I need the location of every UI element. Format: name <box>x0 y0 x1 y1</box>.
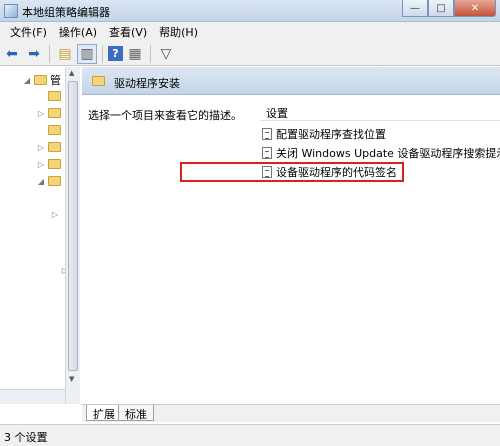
tree-vertical-scrollbar[interactable]: ▲ ▼ <box>65 67 80 404</box>
list-item-label: 配置驱动程序查找位置 <box>276 128 386 141</box>
menu-file[interactable]: 文件(F) <box>4 24 53 40</box>
tree-node[interactable]: ▷ <box>36 140 61 154</box>
close-button[interactable]: ✕ <box>454 0 496 17</box>
tree-node[interactable]: ◢ 管 <box>22 73 61 87</box>
expand-arrow-icon[interactable]: ▷ <box>36 143 46 152</box>
maximize-button[interactable]: □ <box>428 0 454 17</box>
tab-extended[interactable]: 扩展 <box>86 405 122 421</box>
app-icon <box>4 4 18 18</box>
menu-help[interactable]: 帮助(H) <box>153 24 204 40</box>
folder-icon <box>48 142 61 152</box>
details-pane: 驱动程序安装 选择一个项目来查看它的描述。 设置 配置驱动程序查找位置 关闭 W… <box>82 67 500 404</box>
tree-node[interactable]: ▷ <box>50 207 60 221</box>
highlight-box <box>180 162 404 182</box>
tree-node[interactable] <box>36 123 61 137</box>
tree-node[interactable] <box>36 89 61 103</box>
scroll-down-icon[interactable]: ▼ <box>69 375 74 383</box>
folder-icon <box>48 108 61 118</box>
forward-arrow-icon[interactable]: ➡ <box>24 44 44 64</box>
toolbar-separator <box>150 44 151 63</box>
menu-view[interactable]: 查看(V) <box>103 24 153 40</box>
scroll-thumb[interactable] <box>68 81 78 371</box>
details-header-title: 驱动程序安装 <box>114 77 180 90</box>
back-arrow-icon[interactable]: ⬅ <box>2 44 22 64</box>
expand-arrow-icon[interactable]: ▷ <box>36 109 46 118</box>
toolbar-separator <box>49 44 50 63</box>
folder-icon <box>92 76 105 86</box>
tree-node-label: 管 <box>50 74 61 87</box>
settings-list: 设置 配置驱动程序查找位置 关闭 Windows Update 设备驱动程序搜索… <box>260 97 500 404</box>
minimize-button[interactable]: — <box>402 0 428 17</box>
folder-icon <box>34 75 47 85</box>
help-icon[interactable]: ? <box>108 46 123 61</box>
toolbar: ⬅ ➡ ▤ ▥ ? ▦ ▽ <box>0 42 500 66</box>
tree-horizontal-scrollbar[interactable] <box>0 389 65 404</box>
folder-icon <box>48 159 61 169</box>
status-bar: 3 个设置 <box>0 424 500 446</box>
up-folder-icon[interactable]: ▤ <box>55 44 75 64</box>
window-controls: — □ ✕ <box>402 0 496 18</box>
column-header-setting[interactable]: 设置 <box>260 105 500 121</box>
folder-icon <box>48 125 61 135</box>
filter-icon[interactable]: ▽ <box>156 44 176 64</box>
tree-node[interactable]: ▷ <box>36 157 61 171</box>
collapse-arrow-icon[interactable]: ◢ <box>36 177 46 186</box>
folder-icon <box>48 91 61 101</box>
title-bar: 本地组策略编辑器 — □ ✕ <box>0 0 500 22</box>
list-item[interactable]: 配置驱动程序查找位置 <box>262 125 386 143</box>
description-text: 选择一个项目来查看它的描述。 <box>88 109 242 122</box>
expand-arrow-icon[interactable]: ▷ <box>50 210 60 219</box>
scroll-up-icon[interactable]: ▲ <box>69 69 74 77</box>
policy-setting-icon <box>262 128 272 140</box>
policy-setting-icon <box>262 147 272 159</box>
properties-icon[interactable]: ▦ <box>125 44 145 64</box>
expand-arrow-icon[interactable]: ▷ <box>36 160 46 169</box>
view-tabs: 扩展 标准 <box>82 404 500 422</box>
tree-node[interactable]: ◢ <box>36 174 61 188</box>
list-item-label: 关闭 Windows Update 设备驱动程序搜索提示 <box>276 147 500 160</box>
menu-action[interactable]: 操作(A) <box>53 24 103 40</box>
details-header: 驱动程序安装 <box>82 67 500 95</box>
menu-bar: 文件(F) 操作(A) 查看(V) 帮助(H) <box>0 22 500 42</box>
folder-icon <box>48 176 61 186</box>
show-hide-tree-icon[interactable]: ▥ <box>77 43 97 64</box>
tree-node[interactable]: ▷ <box>36 106 61 120</box>
collapse-arrow-icon[interactable]: ◢ <box>22 76 32 85</box>
tab-standard[interactable]: 标准 <box>118 405 154 421</box>
list-item[interactable]: 关闭 Windows Update 设备驱动程序搜索提示 <box>262 144 500 162</box>
window-title: 本地组策略编辑器 <box>22 6 110 19</box>
toolbar-separator <box>102 44 103 63</box>
